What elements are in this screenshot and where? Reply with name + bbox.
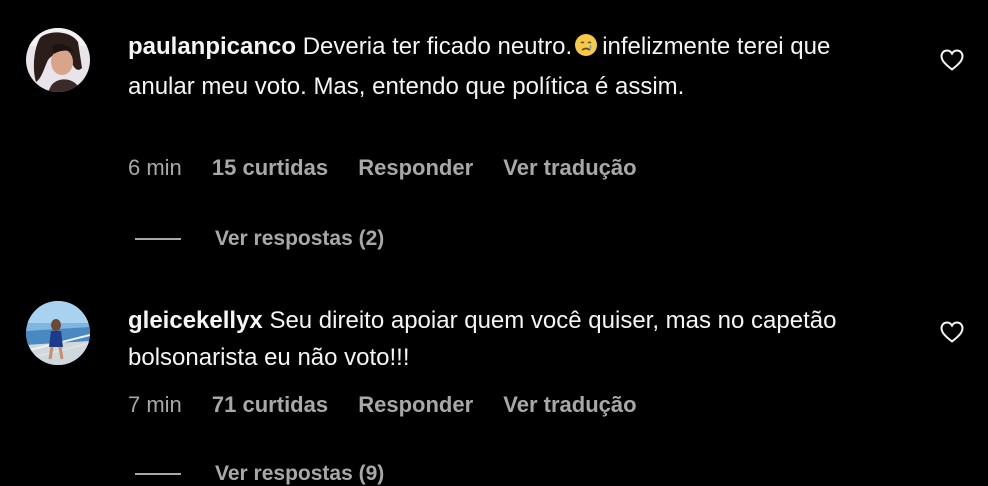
comment-time: 6 min <box>128 155 182 180</box>
likes-count[interactable]: 71 curtidas <box>212 392 328 417</box>
comment-text-part: Deveria ter ficado neutro. <box>302 33 573 60</box>
replies-divider-line <box>135 238 181 241</box>
view-replies-label: Ver respostas (2) <box>215 227 385 250</box>
comment-time: 7 min <box>128 392 182 417</box>
reply-button[interactable]: Responder <box>358 392 473 417</box>
view-replies-button[interactable]: Ver respostas (9) <box>135 462 384 486</box>
comment-text: gleicekellyx Seu direito apoiar quem voc… <box>128 302 888 376</box>
comment-meta: 6 min 15 curtidas Responder Ver tradução <box>128 155 661 181</box>
heart-outline-icon[interactable] <box>940 321 964 343</box>
translate-button[interactable]: Ver tradução <box>503 155 636 180</box>
reply-button[interactable]: Responder <box>358 155 473 180</box>
view-replies-label: Ver respostas (9) <box>215 462 385 485</box>
translate-button[interactable]: Ver tradução <box>503 392 636 417</box>
comment-username[interactable]: paulanpicanco <box>128 33 296 60</box>
comment-meta: 7 min 71 curtidas Responder Ver tradução <box>128 392 661 418</box>
replies-divider-line <box>135 473 181 476</box>
heart-outline-icon[interactable] <box>940 49 964 71</box>
comment-username[interactable]: gleicekellyx <box>128 307 263 334</box>
comment-text: paulanpicanco Deveria ter ficado neutro.… <box>128 28 888 105</box>
likes-count[interactable]: 15 curtidas <box>212 155 328 180</box>
crying-face-icon <box>574 31 598 68</box>
avatar[interactable] <box>26 301 90 365</box>
avatar[interactable] <box>26 28 90 92</box>
view-replies-button[interactable]: Ver respostas (2) <box>135 227 384 251</box>
